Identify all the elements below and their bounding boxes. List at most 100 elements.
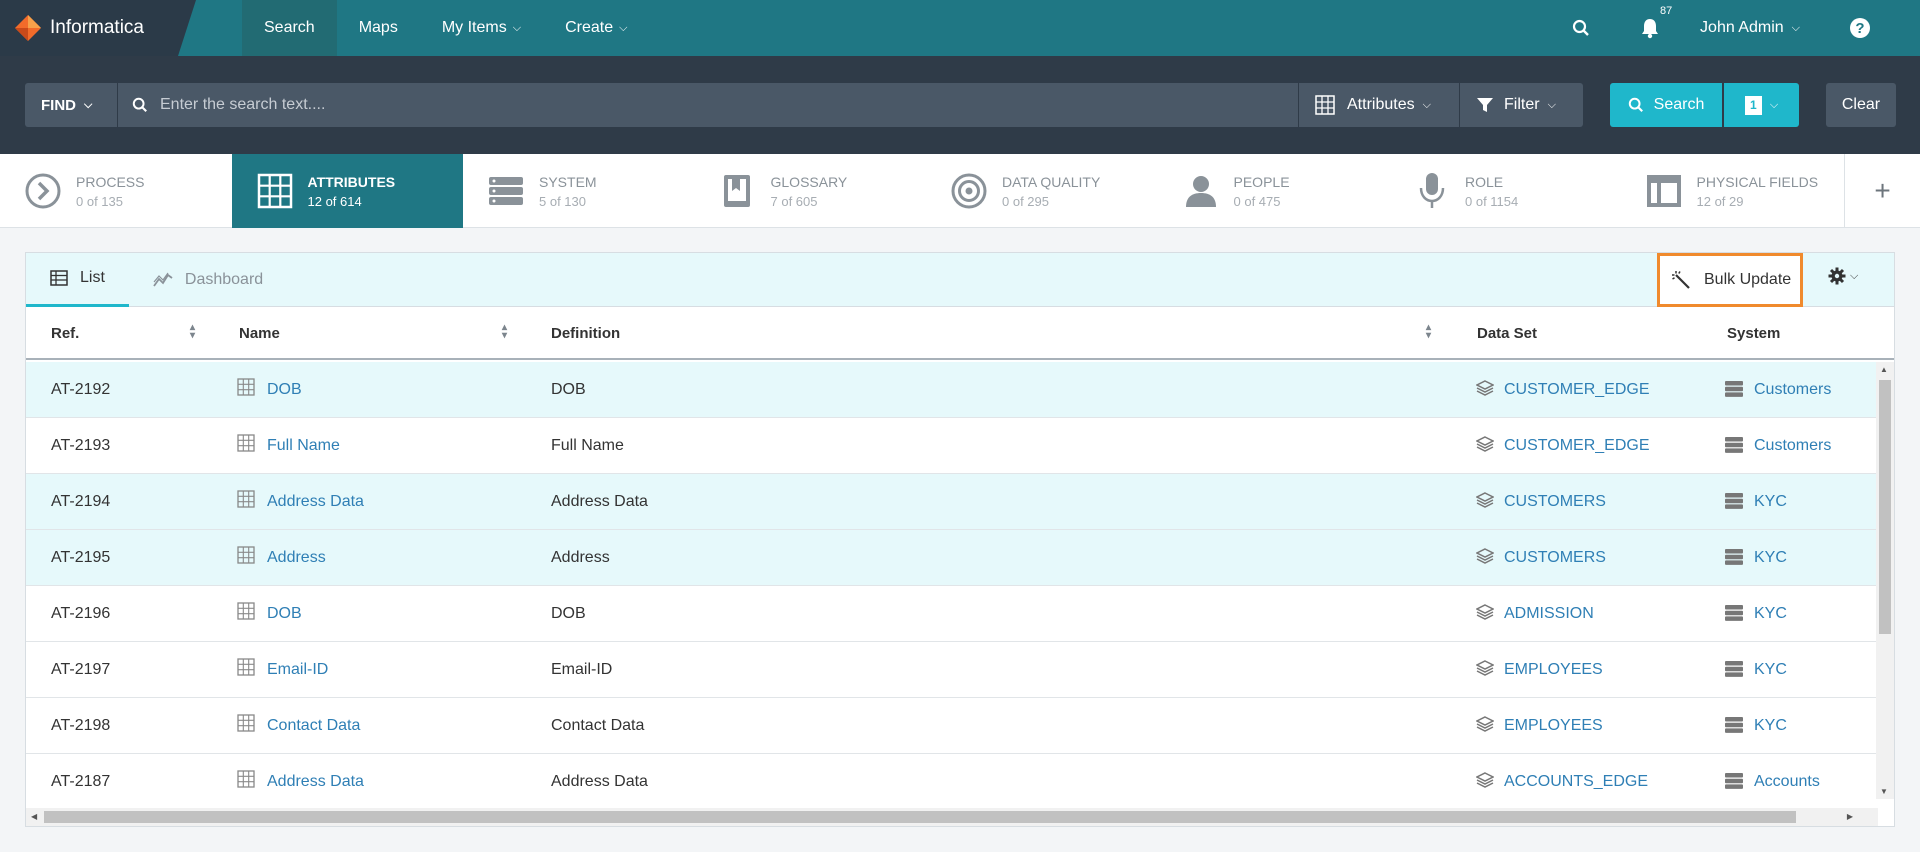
table-row[interactable]: AT-2194 Address Data Address Data CUSTOMERS…	[26, 474, 1878, 530]
table-row[interactable]: AT-2197 Email-ID Email-ID EMPLOYEES KYC	[26, 642, 1878, 698]
grid-icon	[237, 434, 255, 457]
column-header-ref[interactable]: Ref.	[51, 325, 79, 342]
nav-my-items[interactable]: My Items ⌵	[420, 0, 543, 56]
clear-button[interactable]: Clear	[1826, 83, 1896, 127]
search-button[interactable]: Search	[1610, 83, 1722, 127]
category-system[interactable]: SYSTEM 5 of 130	[463, 154, 695, 228]
search-button-label: Search	[1653, 96, 1705, 113]
column-header-name[interactable]: Name	[239, 325, 280, 342]
scroll-down-icon[interactable]: ▼	[1880, 787, 1888, 796]
scroll-right-icon[interactable]: ▶	[1847, 812, 1853, 821]
table-row[interactable]: AT-2193 Full Name Full Name CUSTOMER_EDGE Cu…	[26, 418, 1878, 474]
search-input[interactable]	[160, 96, 1260, 114]
layers-icon	[1475, 603, 1495, 626]
column-header-system[interactable]: System	[1727, 325, 1780, 342]
server-icon	[1724, 436, 1744, 459]
category-name: ROLE	[1465, 173, 1504, 190]
cell-system-link[interactable]: KYC	[1754, 605, 1787, 623]
find-dropdown[interactable]: FIND ⌵	[25, 83, 117, 127]
search-icon[interactable]	[1572, 19, 1590, 37]
sort-icon[interactable]: ▴ ▾	[190, 323, 195, 341]
cell-system-link[interactable]: KYC	[1754, 549, 1787, 567]
tab-list[interactable]: List	[26, 253, 129, 307]
category-attributes[interactable]: ATTRIBUTES 12 of 614	[231, 154, 463, 228]
cell-system-link[interactable]: KYC	[1754, 493, 1787, 511]
search-count-dropdown[interactable]: 1 ⌵	[1724, 83, 1799, 127]
cell-name-link[interactable]: DOB	[267, 605, 302, 623]
sort-icon[interactable]: ▴ ▾	[1426, 323, 1431, 341]
cell-system-link[interactable]: Customers	[1754, 437, 1831, 455]
nav-search[interactable]: Search	[242, 0, 337, 56]
layers-icon	[1475, 379, 1495, 402]
category-people[interactable]: PEOPLE 0 of 475	[1158, 154, 1390, 228]
cell-ref: AT-2196	[51, 605, 111, 622]
scroll-up-icon[interactable]: ▲	[1880, 365, 1888, 374]
table-row[interactable]: AT-2198 Contact Data Contact Data EMPLOYEES…	[26, 698, 1878, 754]
scrollbar-thumb[interactable]	[44, 811, 1796, 823]
add-category-button[interactable]: +	[1844, 154, 1920, 228]
top-nav: Informatica Search Maps My Items ⌵ Create…	[0, 0, 1920, 56]
cell-dataset-link[interactable]: ADMISSION	[1504, 605, 1594, 623]
cell-name-link[interactable]: Address	[267, 549, 326, 567]
table-row[interactable]: AT-2196 DOB DOB ADMISSION KYC	[26, 586, 1878, 642]
category-name: PEOPLE	[1233, 173, 1290, 190]
server-icon	[1724, 716, 1744, 739]
attributes-dropdown[interactable]: Attributes ⌵	[1299, 83, 1459, 127]
category-process[interactable]: PROCESS 0 of 135	[0, 154, 232, 228]
cell-name-link[interactable]: Address Data	[267, 773, 364, 791]
cell-dataset-link[interactable]: CUSTOMER_EDGE	[1504, 381, 1650, 399]
nav-maps[interactable]: Maps	[337, 0, 420, 56]
filter-label: Filter	[1504, 96, 1540, 113]
nav-my-items-label: My Items	[441, 19, 507, 36]
tab-dashboard[interactable]: Dashboard	[129, 253, 287, 307]
sort-icon[interactable]: ▴ ▾	[502, 323, 507, 341]
bulk-update-button[interactable]: Bulk Update	[1657, 253, 1803, 307]
cell-name-link[interactable]: Full Name	[267, 437, 340, 455]
cell-definition: Address	[551, 549, 610, 566]
category-role[interactable]: ROLE 0 of 1154	[1389, 154, 1621, 228]
category-glossary[interactable]: GLOSSARY 7 of 605	[695, 154, 927, 228]
cell-definition: DOB	[551, 381, 586, 398]
cell-dataset-link[interactable]: EMPLOYEES	[1504, 717, 1603, 735]
cell-ref: AT-2187	[51, 773, 111, 790]
column-header-dataset[interactable]: Data Set	[1477, 325, 1537, 342]
scroll-left-icon[interactable]: ◀	[31, 812, 37, 821]
category-count: 0 of 475	[1233, 193, 1281, 209]
server-icon	[1724, 380, 1744, 403]
table-row[interactable]: AT-2187 Address Data Address Data ACCOUNTS_…	[26, 754, 1878, 810]
table-row[interactable]: AT-2192 DOB DOB CUSTOMER_EDGE Customers	[26, 362, 1878, 418]
cell-name-link[interactable]: Address Data	[267, 493, 364, 511]
category-count: 12 of 614	[307, 193, 362, 209]
cell-dataset-link[interactable]: CUSTOMER_EDGE	[1504, 437, 1650, 455]
search-area: FIND⌵ Attributes⌵ Filter⌵ Search 1⌵ Clea…	[0, 56, 1920, 154]
user-menu[interactable]: John Admin ⌵	[1700, 19, 1800, 37]
table-row[interactable]: AT-2195 Address Address CUSTOMERS KYC	[26, 530, 1878, 586]
category-name: PROCESS	[76, 173, 145, 190]
grid-icon	[1315, 95, 1335, 115]
cell-system-link[interactable]: KYC	[1754, 661, 1787, 679]
cell-dataset-link[interactable]: CUSTOMERS	[1504, 493, 1606, 511]
settings-dropdown[interactable]: ⌵	[1828, 267, 1858, 285]
cell-system-link[interactable]: Accounts	[1754, 773, 1820, 791]
nav-create[interactable]: Create ⌵	[543, 0, 649, 56]
server-icon	[1724, 772, 1744, 795]
cell-name-link[interactable]: Contact Data	[267, 717, 360, 735]
cell-name-link[interactable]: Email-ID	[267, 661, 328, 679]
category-count: 12 of 29	[1696, 193, 1744, 209]
help-icon[interactable]: ?	[1850, 18, 1870, 38]
category-physical-fields[interactable]: PHYSICAL FIELDS 12 of 29	[1621, 154, 1853, 228]
cell-system-link[interactable]: Customers	[1754, 381, 1831, 399]
cell-dataset-link[interactable]: ACCOUNTS_EDGE	[1504, 773, 1648, 791]
filter-dropdown[interactable]: Filter ⌵	[1460, 83, 1583, 127]
notifications-button[interactable]: 87	[1640, 5, 1672, 39]
brand[interactable]: Informatica	[0, 0, 196, 56]
category-data-quality[interactable]: DATA QUALITY 0 of 295	[926, 154, 1158, 228]
cell-name-link[interactable]: DOB	[267, 381, 302, 399]
cell-dataset-link[interactable]: EMPLOYEES	[1504, 661, 1603, 679]
cell-dataset-link[interactable]: CUSTOMERS	[1504, 549, 1606, 567]
scrollbar-thumb[interactable]	[1879, 380, 1891, 634]
column-header-definition[interactable]: Definition	[551, 325, 620, 342]
horizontal-scrollbar[interactable]: ◀ ▶	[26, 808, 1878, 826]
cell-system-link[interactable]: KYC	[1754, 717, 1787, 735]
vertical-scrollbar[interactable]: ▲ ▼	[1876, 362, 1894, 799]
